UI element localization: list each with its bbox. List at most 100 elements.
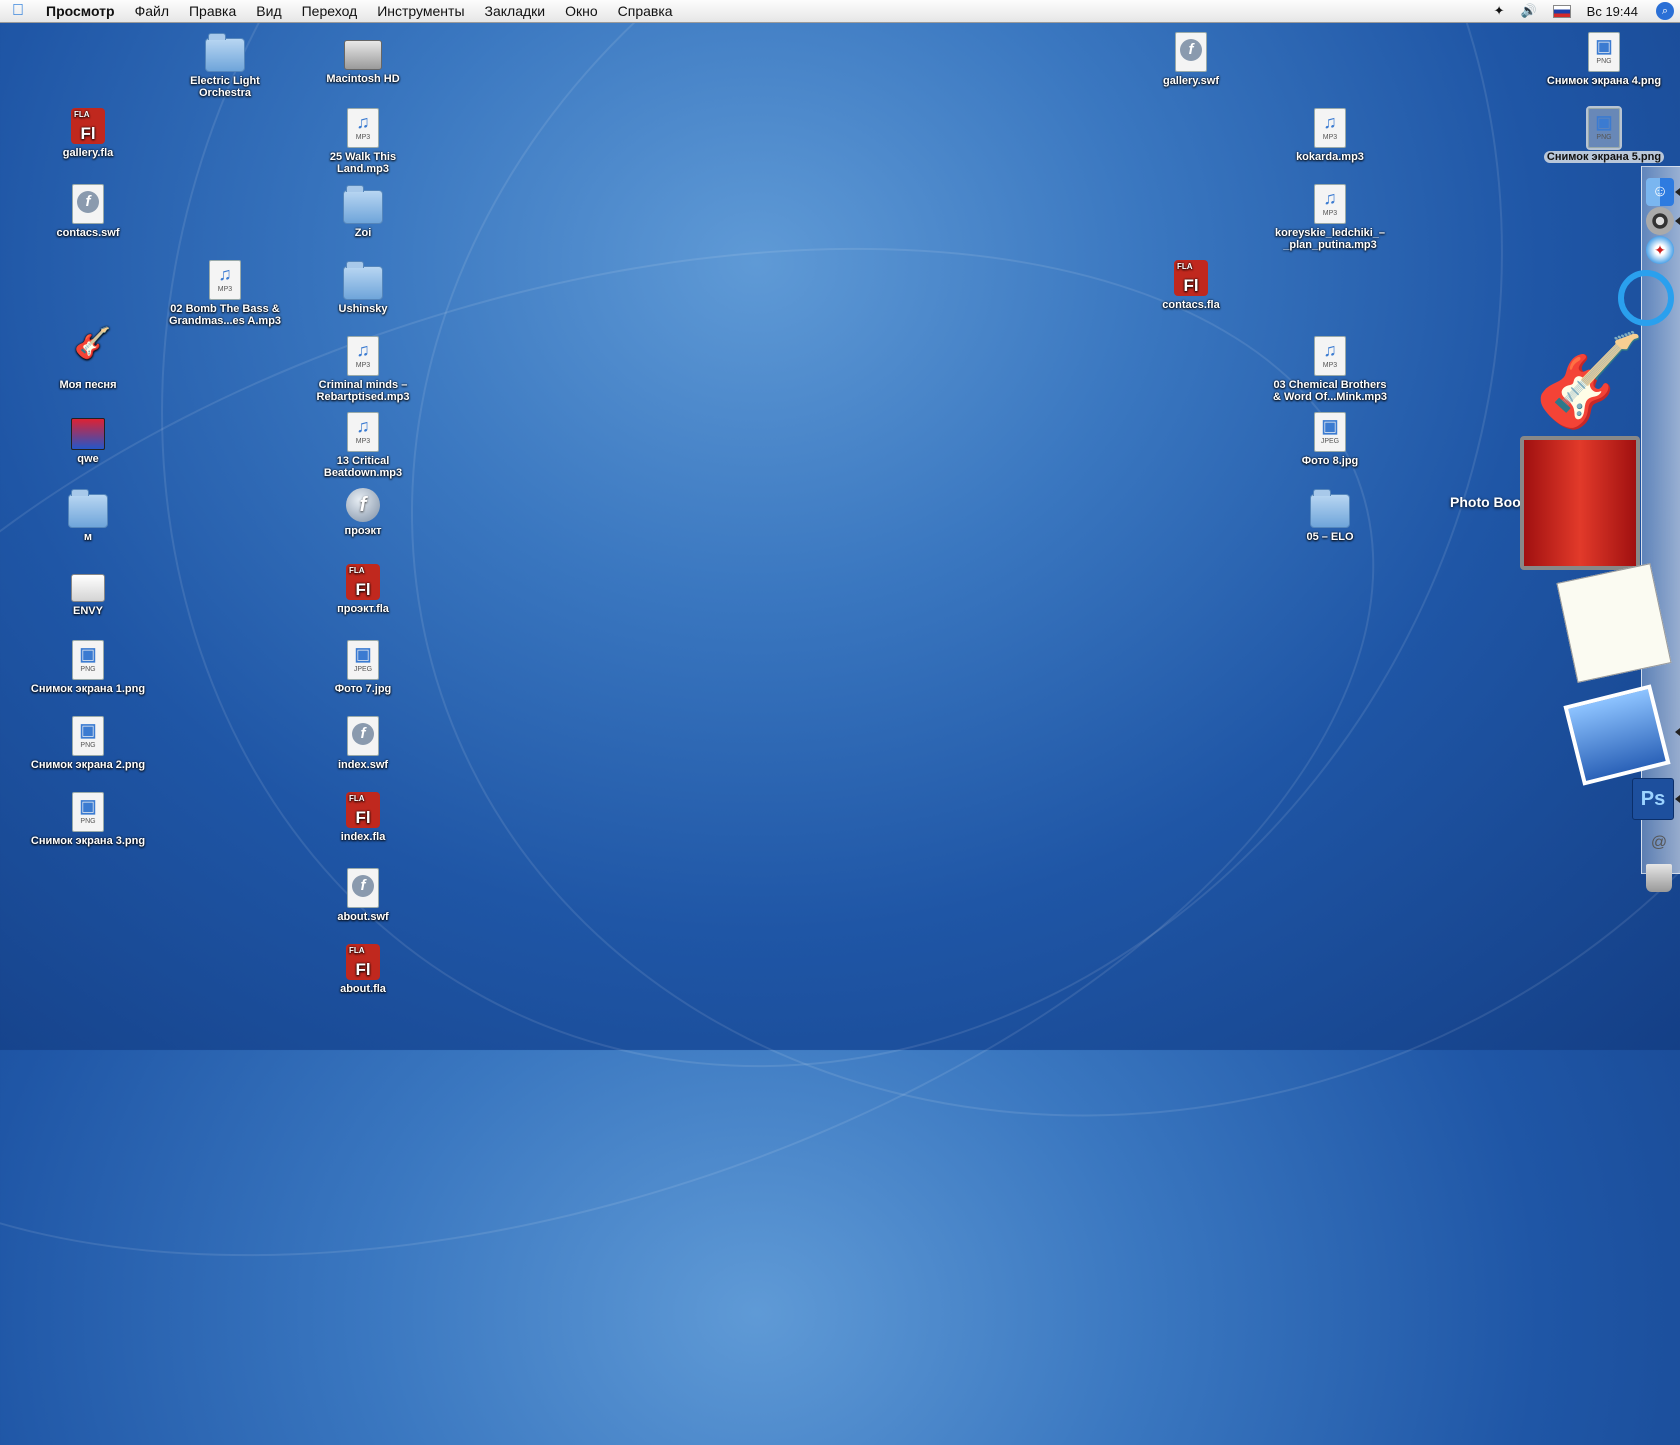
desktop-icon-label: проэкт — [344, 525, 382, 537]
flash-logo-icon: f — [352, 723, 374, 745]
apple-menu-icon[interactable]:  — [0, 2, 36, 20]
desktop-icon-label: about.swf — [337, 911, 389, 923]
folder-file-icon — [343, 185, 383, 224]
desktop-icon[interactable]: ▣ JPEG Фото 7.jpg — [298, 640, 428, 695]
flash-fl-icon: Fl — [355, 808, 371, 827]
running-indicator — [1675, 217, 1680, 225]
desktop-icon-label: index.fla — [340, 831, 386, 843]
mp3-file-icon: ♫ MP3 — [347, 412, 379, 452]
desktop-icon[interactable]: 🎸 Моя песня — [23, 329, 153, 392]
png-file-icon: ▣ PNG — [72, 792, 104, 832]
desktop-icon[interactable]: 05 – ELO — [1265, 488, 1395, 543]
picture-icon: ▣ — [1595, 112, 1613, 132]
desktop-icon[interactable]: ♫ MP3 02 Bomb The Bass & Grandmas...es A.m… — [160, 260, 290, 327]
desktop-icon[interactable]: ♫ MP3 13 Critical Beatdown.mp3 — [298, 412, 428, 479]
desktop-icon[interactable]: Macintosh HD — [298, 32, 428, 85]
menubar-clock[interactable]: Вс 19:44 — [1579, 4, 1646, 19]
desktop-icon[interactable]: ♫ MP3 Criminal minds – Rebartptised.mp3 — [298, 336, 428, 403]
desktop-icon[interactable]: f index.swf — [298, 716, 428, 771]
filetype-badge: MP3 — [1322, 134, 1338, 141]
music-note-icon: ♫ — [218, 264, 232, 284]
filetype-badge: JPEG — [353, 666, 373, 673]
input-language-flag-icon[interactable] — [1552, 4, 1571, 18]
desktop-icon[interactable]: ▣ JPEG Фото 8.jpg — [1265, 412, 1395, 467]
desktop-icon[interactable]: ♫ MP3 03 Chemical Brothers & Word Of...Min… — [1265, 336, 1395, 403]
desktop-icon[interactable]: ▣ PNG Снимок экрана 5.png — [1539, 106, 1669, 163]
menu-help[interactable]: Справка — [608, 3, 683, 19]
desktop-icon[interactable]: Ushinsky — [298, 260, 428, 315]
desktop-icon[interactable]: ♫ MP3 25 Walk This Land.mp3 — [298, 108, 428, 175]
disk-file-icon — [71, 574, 105, 602]
desktop-icon-label: gallery.fla — [62, 147, 114, 159]
desktop-icon[interactable]: ▣ PNG Снимок экрана 1.png — [23, 640, 153, 695]
desktop-icon[interactable]: ENVY — [23, 564, 153, 617]
desktop-icon-label: kokarda.mp3 — [1296, 151, 1364, 163]
fla-file-icon: FLA Fl — [71, 108, 105, 144]
desktop-icon[interactable]: ♫ MP3 koreyskie_ledchiki_–_plan_putina.mp3 — [1265, 184, 1395, 251]
textedit-icon[interactable] — [1556, 563, 1672, 683]
desktop-icon[interactable]: FLA Fl проэкт.fla — [298, 564, 428, 615]
desktop-icon-label: ENVY — [73, 605, 103, 617]
desktop-icon[interactable]: ▣ PNG Снимок экрана 2.png — [23, 716, 153, 771]
desktop-icon[interactable]: qwe — [23, 412, 153, 465]
music-note-icon: ♫ — [1323, 188, 1337, 208]
picture-icon: ▣ — [79, 720, 97, 740]
menu-app[interactable]: Просмотр — [36, 3, 125, 19]
garageband-guitar-icon[interactable]: 🎸 — [1534, 330, 1646, 431]
desktop-icon-label: gallery.swf — [1162, 75, 1220, 87]
desktop-icon[interactable]: ♫ MP3 kokarda.mp3 — [1265, 108, 1395, 163]
desktop-icon[interactable]: f contacs.swf — [23, 184, 153, 239]
spotlight-icon[interactable]: ⌕ — [1656, 2, 1674, 20]
desktop-icon[interactable]: ▣ PNG Снимок экрана 4.png — [1539, 32, 1669, 87]
picture-icon: ▣ — [1595, 36, 1613, 56]
mp3-file-icon: ♫ MP3 — [1314, 184, 1346, 224]
mp3-file-icon: ♫ MP3 — [347, 108, 379, 148]
safari-icon[interactable]: ✦ — [1646, 236, 1674, 264]
menu-tools[interactable]: Инструменты — [367, 3, 474, 19]
filetype-badge: MP3 — [1322, 362, 1338, 369]
menu-view[interactable]: Вид — [246, 3, 291, 19]
desktop-icon[interactable]: Electric Light Orchestra — [160, 32, 290, 99]
dvd-player-icon[interactable] — [1646, 207, 1674, 235]
desktop-icon[interactable]: FLA Fl gallery.fla — [23, 108, 153, 159]
png-file-icon: ▣ PNG — [72, 716, 104, 756]
menu-go[interactable]: Переход — [292, 3, 368, 19]
volume-icon[interactable]: 🔊 — [1512, 3, 1544, 19]
desktop-icon[interactable]: Zoi — [298, 184, 428, 239]
flash-fl-icon: Fl — [355, 960, 371, 979]
desktop-icon[interactable]: м — [23, 488, 153, 543]
trash-icon[interactable] — [1646, 864, 1672, 892]
guitar-file-icon: 🎸 — [70, 329, 111, 376]
flash-logo-icon: f — [77, 191, 99, 213]
picture-icon: ▣ — [79, 796, 97, 816]
photo-booth-icon[interactable] — [1520, 436, 1640, 570]
menu-window[interactable]: Окно — [555, 3, 608, 19]
desktop-icon[interactable]: f проэкт — [298, 488, 428, 537]
jpeg-file-icon: ▣ JPEG — [1314, 412, 1346, 452]
menu-bar:  Просмотр Файл Правка Вид Переход Инстр… — [0, 0, 1680, 23]
menu-bookmarks[interactable]: Закладки — [475, 3, 556, 19]
menu-file[interactable]: Файл — [125, 3, 179, 19]
photoshop-icon[interactable]: Ps — [1632, 778, 1674, 820]
quicktime-icon[interactable] — [1618, 270, 1674, 326]
png-file-icon: ▣ PNG — [1588, 32, 1620, 72]
bluetooth-icon[interactable]: ✦ — [1486, 3, 1513, 19]
desktop-icon[interactable]: ▣ PNG Снимок экрана 3.png — [23, 792, 153, 847]
desktop-icon-label: 25 Walk This Land.mp3 — [329, 151, 397, 175]
desktop-icon-label: Macintosh HD — [326, 73, 400, 85]
desktop-icon[interactable]: f gallery.swf — [1126, 32, 1256, 87]
desktop-icon[interactable]: f about.swf — [298, 868, 428, 923]
picture-icon: ▣ — [354, 644, 372, 664]
desktop-icon[interactable]: FLA Fl contacs.fla — [1126, 260, 1256, 311]
desktop-icon[interactable]: FLA Fl index.fla — [298, 792, 428, 843]
hd-file-icon — [344, 40, 382, 70]
finder-icon[interactable]: ☺ — [1646, 178, 1674, 206]
desktop-icon[interactable]: FLA Fl about.fla — [298, 944, 428, 995]
desktop-icon-label: contacs.fla — [1162, 299, 1220, 311]
desktop-icon-label: Фото 7.jpg — [334, 683, 392, 695]
filetype-badge: FLA — [349, 946, 365, 955]
desktop-icon-label: Снимок экрана 5.png — [1543, 151, 1665, 163]
mp3-file-icon: ♫ MP3 — [1314, 108, 1346, 148]
mail-icon[interactable]: @ — [1646, 832, 1672, 854]
menu-edit[interactable]: Правка — [179, 3, 246, 19]
